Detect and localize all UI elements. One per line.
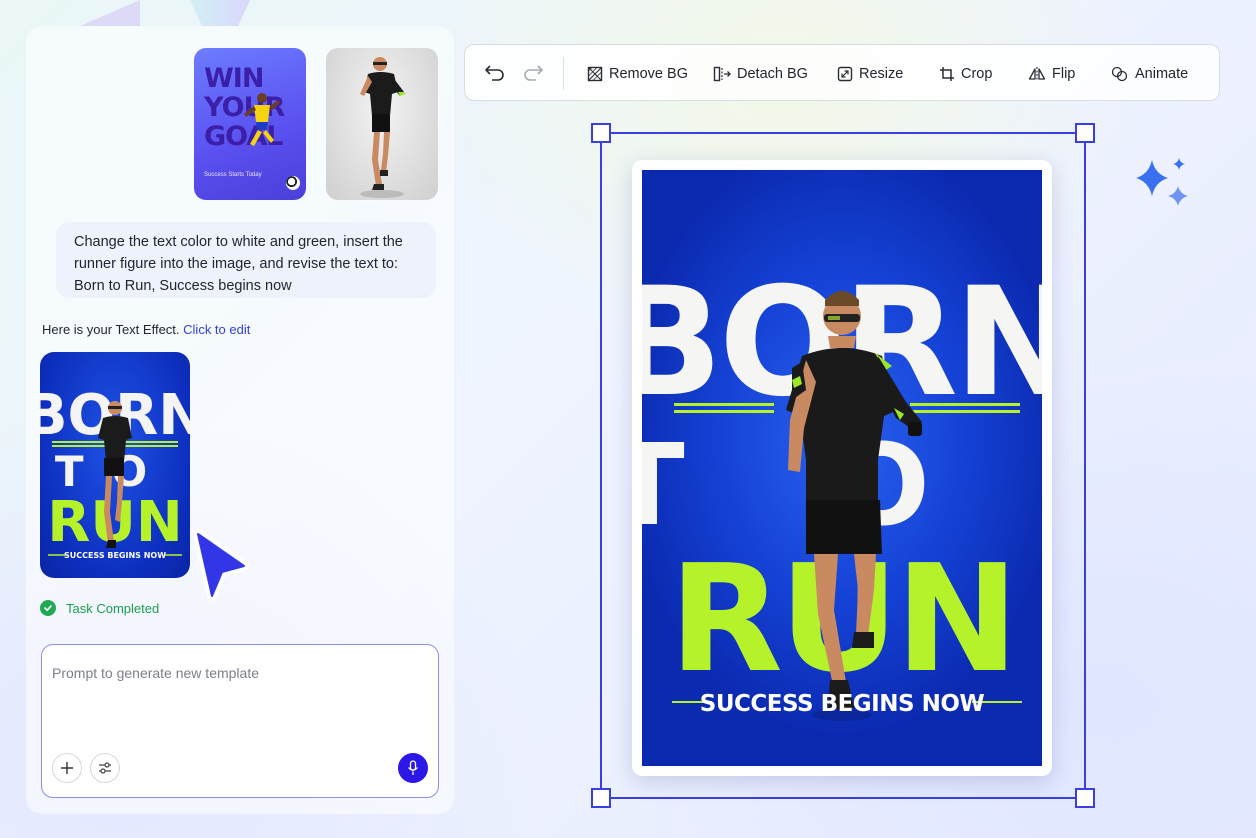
microphone-button[interactable] <box>398 753 428 783</box>
prompt-box <box>41 644 439 798</box>
runner-figure <box>360 57 406 198</box>
add-button[interactable] <box>52 753 82 783</box>
remove-bg-icon <box>587 66 603 81</box>
sliders-icon <box>99 762 111 774</box>
undo-button[interactable] <box>483 61 507 85</box>
click-to-edit-link[interactable]: Click to edit <box>183 322 250 337</box>
redo-icon <box>524 65 543 81</box>
crop-button[interactable]: Crop <box>939 45 992 102</box>
flip-icon <box>1028 66 1046 81</box>
reference-image-runner[interactable] <box>326 48 438 200</box>
remove-bg-label: Remove BG <box>609 65 688 82</box>
poster-tagline: SUCCESS BEGINS NOW <box>700 691 985 717</box>
check-circle-icon <box>40 600 56 616</box>
redo-button[interactable] <box>521 61 545 85</box>
toolbar-divider <box>563 57 564 90</box>
poster-card[interactable]: BORN TO RUN <box>632 160 1052 776</box>
detach-bg-label: Detach BG <box>737 65 808 82</box>
settings-button[interactable] <box>90 753 120 783</box>
prompt-input[interactable] <box>52 665 422 681</box>
user-message-bubble: Change the text color to white and green… <box>56 222 436 298</box>
resize-handle-bottom-left[interactable] <box>591 788 611 808</box>
flip-label: Flip <box>1052 65 1076 82</box>
resize-handle-top-left[interactable] <box>591 123 611 143</box>
user-message-text: Change the text color to white and green… <box>74 234 403 294</box>
result-poster-preview: BORN TO RUN SUCCESS BEGINS NOW <box>40 383 190 560</box>
resize-icon <box>837 66 853 81</box>
undo-icon <box>485 65 504 81</box>
flip-button[interactable]: Flip <box>1028 45 1075 102</box>
editor-toolbar: Remove BG Detach BG Resize Crop Flip Ani… <box>464 44 1220 101</box>
goal-tagline: Success Starts Today <box>204 172 262 178</box>
task-status: Task Completed <box>40 600 159 616</box>
plus-icon <box>61 762 73 774</box>
result-tagline: SUCCESS BEGINS NOW <box>64 551 166 560</box>
sparkle-icon <box>1136 158 1188 206</box>
detach-bg-button[interactable]: Detach BG <box>713 45 808 102</box>
poster-artwork: BORN TO RUN <box>642 256 1042 721</box>
soccer-ball <box>286 176 300 190</box>
resize-handle-bottom-right[interactable] <box>1075 788 1095 808</box>
animate-label: Animate <box>1135 65 1189 82</box>
result-intro: Here is your Text Effect. Click to edit <box>42 322 250 337</box>
poster-canvas[interactable]: BORN TO RUN <box>642 170 1042 766</box>
resize-label: Resize <box>859 65 904 82</box>
reference-image-win-your-goal[interactable]: WIN YOUR GOAL Success Starts Today <box>194 48 306 200</box>
chat-panel: WIN YOUR GOAL Success Starts Today Chang… <box>26 26 454 814</box>
crop-label: Crop <box>961 65 993 82</box>
soccer-player-figure <box>244 93 280 146</box>
animate-button[interactable]: Animate <box>1111 45 1188 102</box>
animate-icon <box>1111 66 1128 81</box>
microphone-icon <box>407 760 419 775</box>
resize-handle-top-right[interactable] <box>1075 123 1095 143</box>
crop-icon <box>940 66 954 81</box>
remove-bg-button[interactable]: Remove BG <box>587 45 688 102</box>
detach-bg-icon <box>713 66 731 81</box>
resize-button[interactable]: Resize <box>837 45 903 102</box>
result-intro-text: Here is your Text Effect. <box>42 322 180 337</box>
task-status-text: Task Completed <box>66 600 160 616</box>
pointer-cursor-icon <box>193 529 249 601</box>
result-thumbnail[interactable]: BORN TO RUN SUCCESS BEGINS NOW <box>40 352 190 578</box>
